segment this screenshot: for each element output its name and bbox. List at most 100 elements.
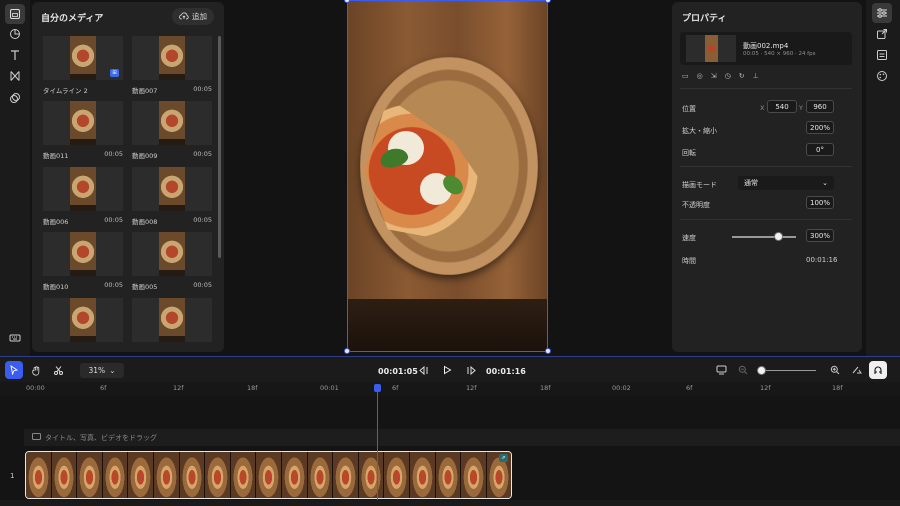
media-item[interactable]: 動画009 00:05 <box>132 101 212 160</box>
media-item-name: 動画007 <box>132 87 158 95</box>
effects-tab-icon[interactable] <box>5 88 25 108</box>
timeline-tracks: タイトル、写真、ビデオをドラッグ 1 ⇗ <box>0 396 900 506</box>
timeline-ruler[interactable]: 00:00 6f 12f 18f 00:01 6f 12f 18f 00:02 … <box>0 382 900 396</box>
media-item[interactable]: 動画010 00:05 <box>43 232 123 291</box>
media-item-duration: 00:05 <box>104 281 123 289</box>
color-palette-icon[interactable] <box>872 66 892 86</box>
razor-tool-icon[interactable] <box>49 361 67 379</box>
position-y-input[interactable]: 960 <box>806 100 834 113</box>
media-panel-title: 自分のメディア <box>41 14 104 24</box>
blend-mode-value: 通常 <box>744 179 758 187</box>
zoom-out-icon[interactable] <box>734 361 752 379</box>
timeline-toolbar: 31% ⌄ 00:01:05 00:01:16 <box>0 356 900 382</box>
clip-tool-row: ▭ ◎ ⇲ ◷ ↻ ⊥ <box>682 72 759 80</box>
media-tab-icon[interactable] <box>5 4 25 24</box>
screen-icon[interactable]: ▭ <box>682 72 689 80</box>
clock-icon[interactable]: ◷ <box>725 72 731 80</box>
video-preview[interactable] <box>347 0 548 352</box>
step-forward-icon[interactable] <box>462 361 480 379</box>
hand-tool-icon[interactable] <box>27 361 45 379</box>
left-tool-rail <box>0 0 30 356</box>
playhead-handle[interactable] <box>374 384 381 392</box>
transition-tab-icon[interactable] <box>5 66 25 86</box>
zoom-in-icon[interactable] <box>826 361 844 379</box>
timeline-zoom-knob[interactable] <box>757 366 766 375</box>
align-icon[interactable]: ⊥ <box>753 72 759 80</box>
snap-icon[interactable] <box>847 361 865 379</box>
properties-title: プロパティ <box>682 14 727 24</box>
link-badge-icon: ⇗ <box>499 454 508 462</box>
scale-label: 拡大・縮小 <box>682 127 717 135</box>
ruler-tick-label: 12f <box>173 384 184 392</box>
ruler-tick-label: 6f <box>392 384 399 392</box>
media-item-name: 動画011 <box>43 152 69 160</box>
position-x-input[interactable]: 540 <box>767 100 797 113</box>
opacity-label: 不透明度 <box>682 201 710 209</box>
play-icon[interactable] <box>438 361 456 379</box>
opacity-input[interactable]: 100% <box>806 196 834 209</box>
x-label: X <box>760 104 765 112</box>
media-scrollbar[interactable] <box>218 36 221 258</box>
speed-label: 速度 <box>682 234 696 242</box>
speed-input[interactable]: 300% <box>806 229 834 242</box>
media-item[interactable]: 動画007 00:05 <box>132 36 212 95</box>
clip-file-meta: 00:05 · 540 × 960 · 24 fps <box>743 51 816 57</box>
adjust-sliders-icon[interactable] <box>872 3 892 23</box>
scale-input[interactable]: 200% <box>806 121 834 134</box>
media-item-name: 動画005 <box>132 283 158 291</box>
rotate-icon[interactable]: ↻ <box>739 72 745 80</box>
ruler-tick-label: 18f <box>832 384 843 392</box>
magnet-icon[interactable] <box>869 361 887 379</box>
zoom-percentage-select[interactable]: 31% ⌄ <box>80 363 124 378</box>
duration-label: 時間 <box>682 257 696 265</box>
blend-mode-select[interactable]: 通常 ⌄ <box>738 176 834 190</box>
media-item[interactable] <box>132 298 212 342</box>
select-tool-icon[interactable] <box>5 361 23 379</box>
import-media-button[interactable]: 追加 <box>172 8 214 25</box>
preview-area <box>226 0 670 356</box>
resize-handle[interactable] <box>344 348 350 354</box>
ruler-tick-label: 12f <box>760 384 771 392</box>
clip-info-card: 動画002.mp4 00:05 · 540 × 960 · 24 fps <box>680 32 852 65</box>
import-media-label: 追加 <box>192 12 207 21</box>
timeline-horizontal-scrollbar[interactable] <box>0 500 900 506</box>
divider <box>680 88 852 89</box>
export-icon[interactable] <box>872 24 892 44</box>
keyboard-shortcuts-icon[interactable] <box>5 328 25 348</box>
video-clip[interactable]: ⇗ <box>25 451 512 499</box>
rotation-input[interactable]: 0° <box>806 143 834 156</box>
divider <box>680 219 852 220</box>
media-item-duration: 00:05 <box>193 281 212 289</box>
text-tab-icon[interactable] <box>5 45 25 65</box>
resize-handle[interactable] <box>545 0 551 3</box>
sticker-tab-icon[interactable] <box>5 24 25 44</box>
title-drop-hint: タイトル、写真、ビデオをドラッグ <box>45 433 157 442</box>
right-tool-rail <box>866 0 900 356</box>
media-item[interactable]: ⊞ タイムライン 2 <box>43 36 123 95</box>
clip-file-name: 動画002.mp4 <box>743 42 789 50</box>
clip-thumbnail <box>686 35 736 62</box>
media-item-duration: 00:05 <box>193 85 212 93</box>
speed-slider[interactable] <box>732 236 796 238</box>
media-item[interactable]: 動画011 00:05 <box>43 101 123 160</box>
media-item-name: 動画009 <box>132 152 158 160</box>
playhead-line[interactable] <box>377 386 378 506</box>
media-item[interactable]: 動画006 00:05 <box>43 167 123 226</box>
resize-handle[interactable] <box>545 348 551 354</box>
mask-icon[interactable]: ◎ <box>697 72 703 80</box>
caption-track-icon[interactable] <box>712 361 730 379</box>
title-drop-track[interactable]: タイトル、写真、ビデオをドラッグ <box>24 429 900 446</box>
divider <box>680 166 852 167</box>
step-back-icon[interactable] <box>414 361 432 379</box>
media-item-duration: 00:05 <box>104 150 123 158</box>
captions-icon[interactable] <box>872 45 892 65</box>
split-icon[interactable]: ⇲ <box>711 72 717 80</box>
media-item[interactable]: 動画008 00:05 <box>132 167 212 226</box>
ruler-tick-label: 00:01 <box>320 384 339 392</box>
media-item[interactable]: 動画005 00:05 <box>132 232 212 291</box>
timeline-zoom-slider[interactable] <box>760 370 816 371</box>
media-item[interactable] <box>43 298 123 342</box>
text-box-icon <box>32 433 41 442</box>
speed-slider-knob[interactable] <box>773 232 783 241</box>
ruler-tick-label: 18f <box>247 384 258 392</box>
